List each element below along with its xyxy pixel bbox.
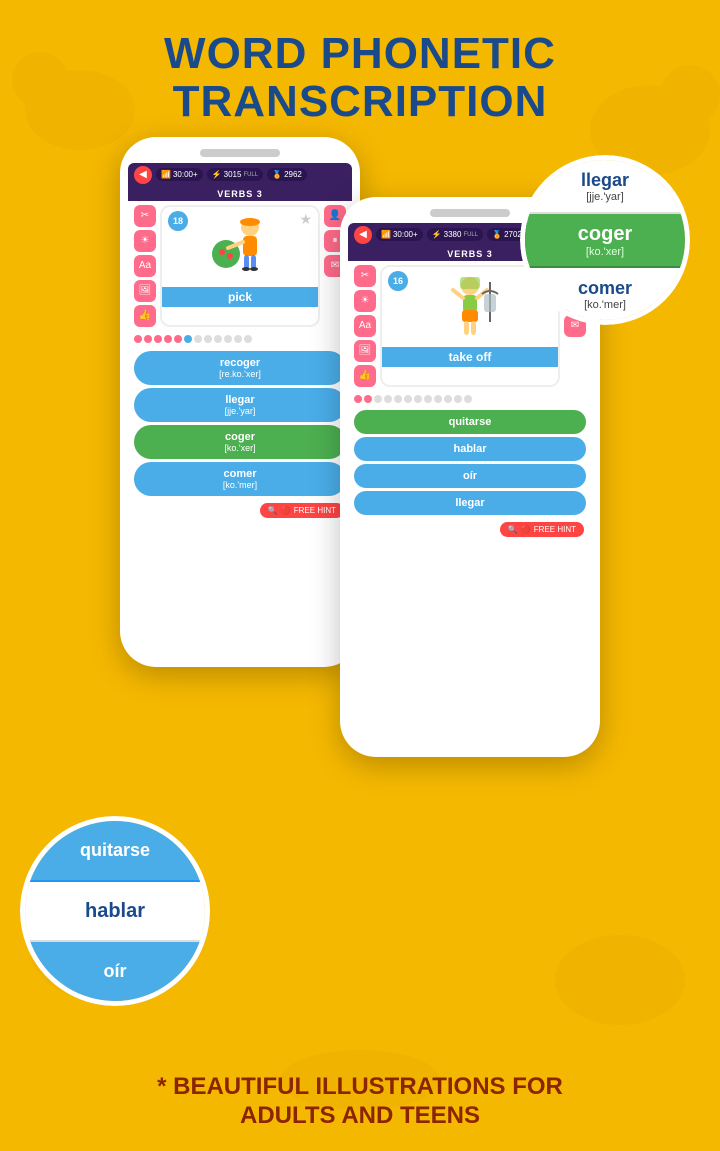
- bottom-text-area: * BEAUTIFUL ILLUSTRATIONS FOR ADULTS AND…: [0, 1073, 720, 1131]
- title-line1: WORD PHONETIC: [0, 30, 720, 78]
- progress-dots-right: [348, 391, 592, 407]
- dot: [194, 335, 202, 343]
- back-button-right[interactable]: ◀: [354, 226, 372, 244]
- bubble-right-phonetic-1: [jje.'yar]: [586, 191, 624, 203]
- bubble-right-word-3: comer: [578, 278, 632, 299]
- answer-btn-3-left[interactable]: coger [ko.'xer]: [134, 425, 346, 459]
- dot: [214, 335, 222, 343]
- answer-btn-4-right[interactable]: llegar: [354, 491, 586, 515]
- bubble-right-word-2: coger: [578, 223, 632, 246]
- dot-r: [404, 395, 412, 403]
- card-word-right: take off: [382, 347, 558, 367]
- dot: [184, 335, 192, 343]
- bubble-left-word-2: hablar: [85, 900, 145, 923]
- dot: [244, 335, 252, 343]
- bubble-left: quitarse hablar oír: [20, 816, 210, 1006]
- bubble-right-phonetic-2: [ko.'xer]: [586, 246, 624, 258]
- dot: [134, 335, 142, 343]
- dot: [224, 335, 232, 343]
- bottom-line2: ADULTS AND TEENS: [30, 1102, 690, 1131]
- icon-scissors-r[interactable]: ✂: [354, 265, 376, 287]
- icon-scissors[interactable]: ✂: [134, 205, 156, 227]
- answer-btn-2-left[interactable]: llegar [jje.'yar]: [134, 388, 346, 422]
- bottom-line1: * BEAUTIFUL ILLUSTRATIONS FOR: [30, 1073, 690, 1102]
- dot-r: [434, 395, 442, 403]
- bubble-right: llegar [jje.'yar] coger [ko.'xer] comer …: [520, 155, 690, 325]
- icon-like-r[interactable]: 👍: [354, 365, 376, 387]
- dot-r: [464, 395, 472, 403]
- card-word-left: pick: [162, 287, 318, 307]
- dot: [144, 335, 152, 343]
- dot: [154, 335, 162, 343]
- dot: [204, 335, 212, 343]
- stat-xp-left: ⚡ 3015 FULL: [207, 168, 263, 181]
- section-title-left: VERBS 3: [128, 187, 352, 201]
- hint-button-left[interactable]: 🔍 🔴 FREE HINT: [260, 503, 344, 518]
- card-area-left: ✂ ☀ Aa 🖼 👍 18 ★: [128, 201, 352, 331]
- hint-bar-left: 🔍 🔴 FREE HINT: [128, 499, 352, 522]
- level-badge-left: 18: [168, 211, 188, 231]
- dot-r: [394, 395, 402, 403]
- bubble-left-word-1: quitarse: [80, 840, 150, 861]
- answer-btn-4-left[interactable]: comer [ko.'mer]: [134, 462, 346, 496]
- answer-btn-1-right[interactable]: quitarse: [354, 410, 586, 434]
- dot: [164, 335, 172, 343]
- phone-bar-left: ◀ 📶 30:00+ ⚡ 3015 FULL 🏅 2962: [128, 163, 352, 187]
- icon-brightness[interactable]: ☀: [134, 230, 156, 252]
- left-side-icons-right: ✂ ☀ Aa 🖼 👍: [354, 265, 376, 387]
- bubble-right-phonetic-3: [ko.'mer]: [584, 299, 626, 311]
- left-side-icons: ✂ ☀ Aa 🖼 👍: [134, 205, 156, 327]
- phone-left: ◀ 📶 30:00+ ⚡ 3015 FULL 🏅 2962 VERBS 3: [120, 137, 360, 667]
- hint-button-right[interactable]: 🔍 🔴 FREE HINT: [500, 522, 584, 537]
- title-line2: TRANSCRIPTION: [0, 78, 720, 126]
- dot-r: [414, 395, 422, 403]
- word-card-left: 18 ★: [160, 205, 320, 327]
- progress-dots-left: [128, 331, 352, 347]
- answer-btn-2-right[interactable]: hablar: [354, 437, 586, 461]
- icon-image[interactable]: 🖼: [134, 280, 156, 302]
- hint-bar-right: 🔍 🔴 FREE HINT: [348, 518, 592, 541]
- stat-coins-left: 🏅 2962: [267, 168, 307, 181]
- dot-r: [354, 395, 362, 403]
- phone-notch-left: [200, 149, 280, 157]
- level-badge-right: 16: [388, 271, 408, 291]
- bubble-right-word-1: llegar: [581, 170, 629, 191]
- answer-btn-3-right[interactable]: oír: [354, 464, 586, 488]
- icon-text-r[interactable]: Aa: [354, 315, 376, 337]
- phone-screen-left: ◀ 📶 30:00+ ⚡ 3015 FULL 🏅 2962 VERBS 3: [128, 163, 352, 653]
- star-left[interactable]: ★: [299, 211, 312, 228]
- icon-like[interactable]: 👍: [134, 305, 156, 327]
- bubble-left-word-3: oír: [103, 961, 126, 982]
- dot-r: [374, 395, 382, 403]
- icon-brightness-r[interactable]: ☀: [354, 290, 376, 312]
- back-button-left[interactable]: ◀: [134, 166, 152, 184]
- dot-r: [424, 395, 432, 403]
- answer-btn-1-left[interactable]: recoger [re.ko.'xer]: [134, 351, 346, 385]
- dot-r: [444, 395, 452, 403]
- dot-r: [454, 395, 462, 403]
- dot: [234, 335, 242, 343]
- stat-time-left: 📶 30:00+: [156, 168, 203, 181]
- icon-text[interactable]: Aa: [134, 255, 156, 277]
- dot-r: [384, 395, 392, 403]
- main-title-area: WORD PHONETIC TRANSCRIPTION: [0, 0, 720, 127]
- dot-r: [364, 395, 372, 403]
- icon-image-r[interactable]: 🖼: [354, 340, 376, 362]
- dot: [174, 335, 182, 343]
- stat-xp-right: ⚡ 3380 FULL: [427, 228, 483, 241]
- phone-notch-right: [430, 209, 510, 217]
- stat-time-right: 📶 30:00+: [376, 228, 423, 241]
